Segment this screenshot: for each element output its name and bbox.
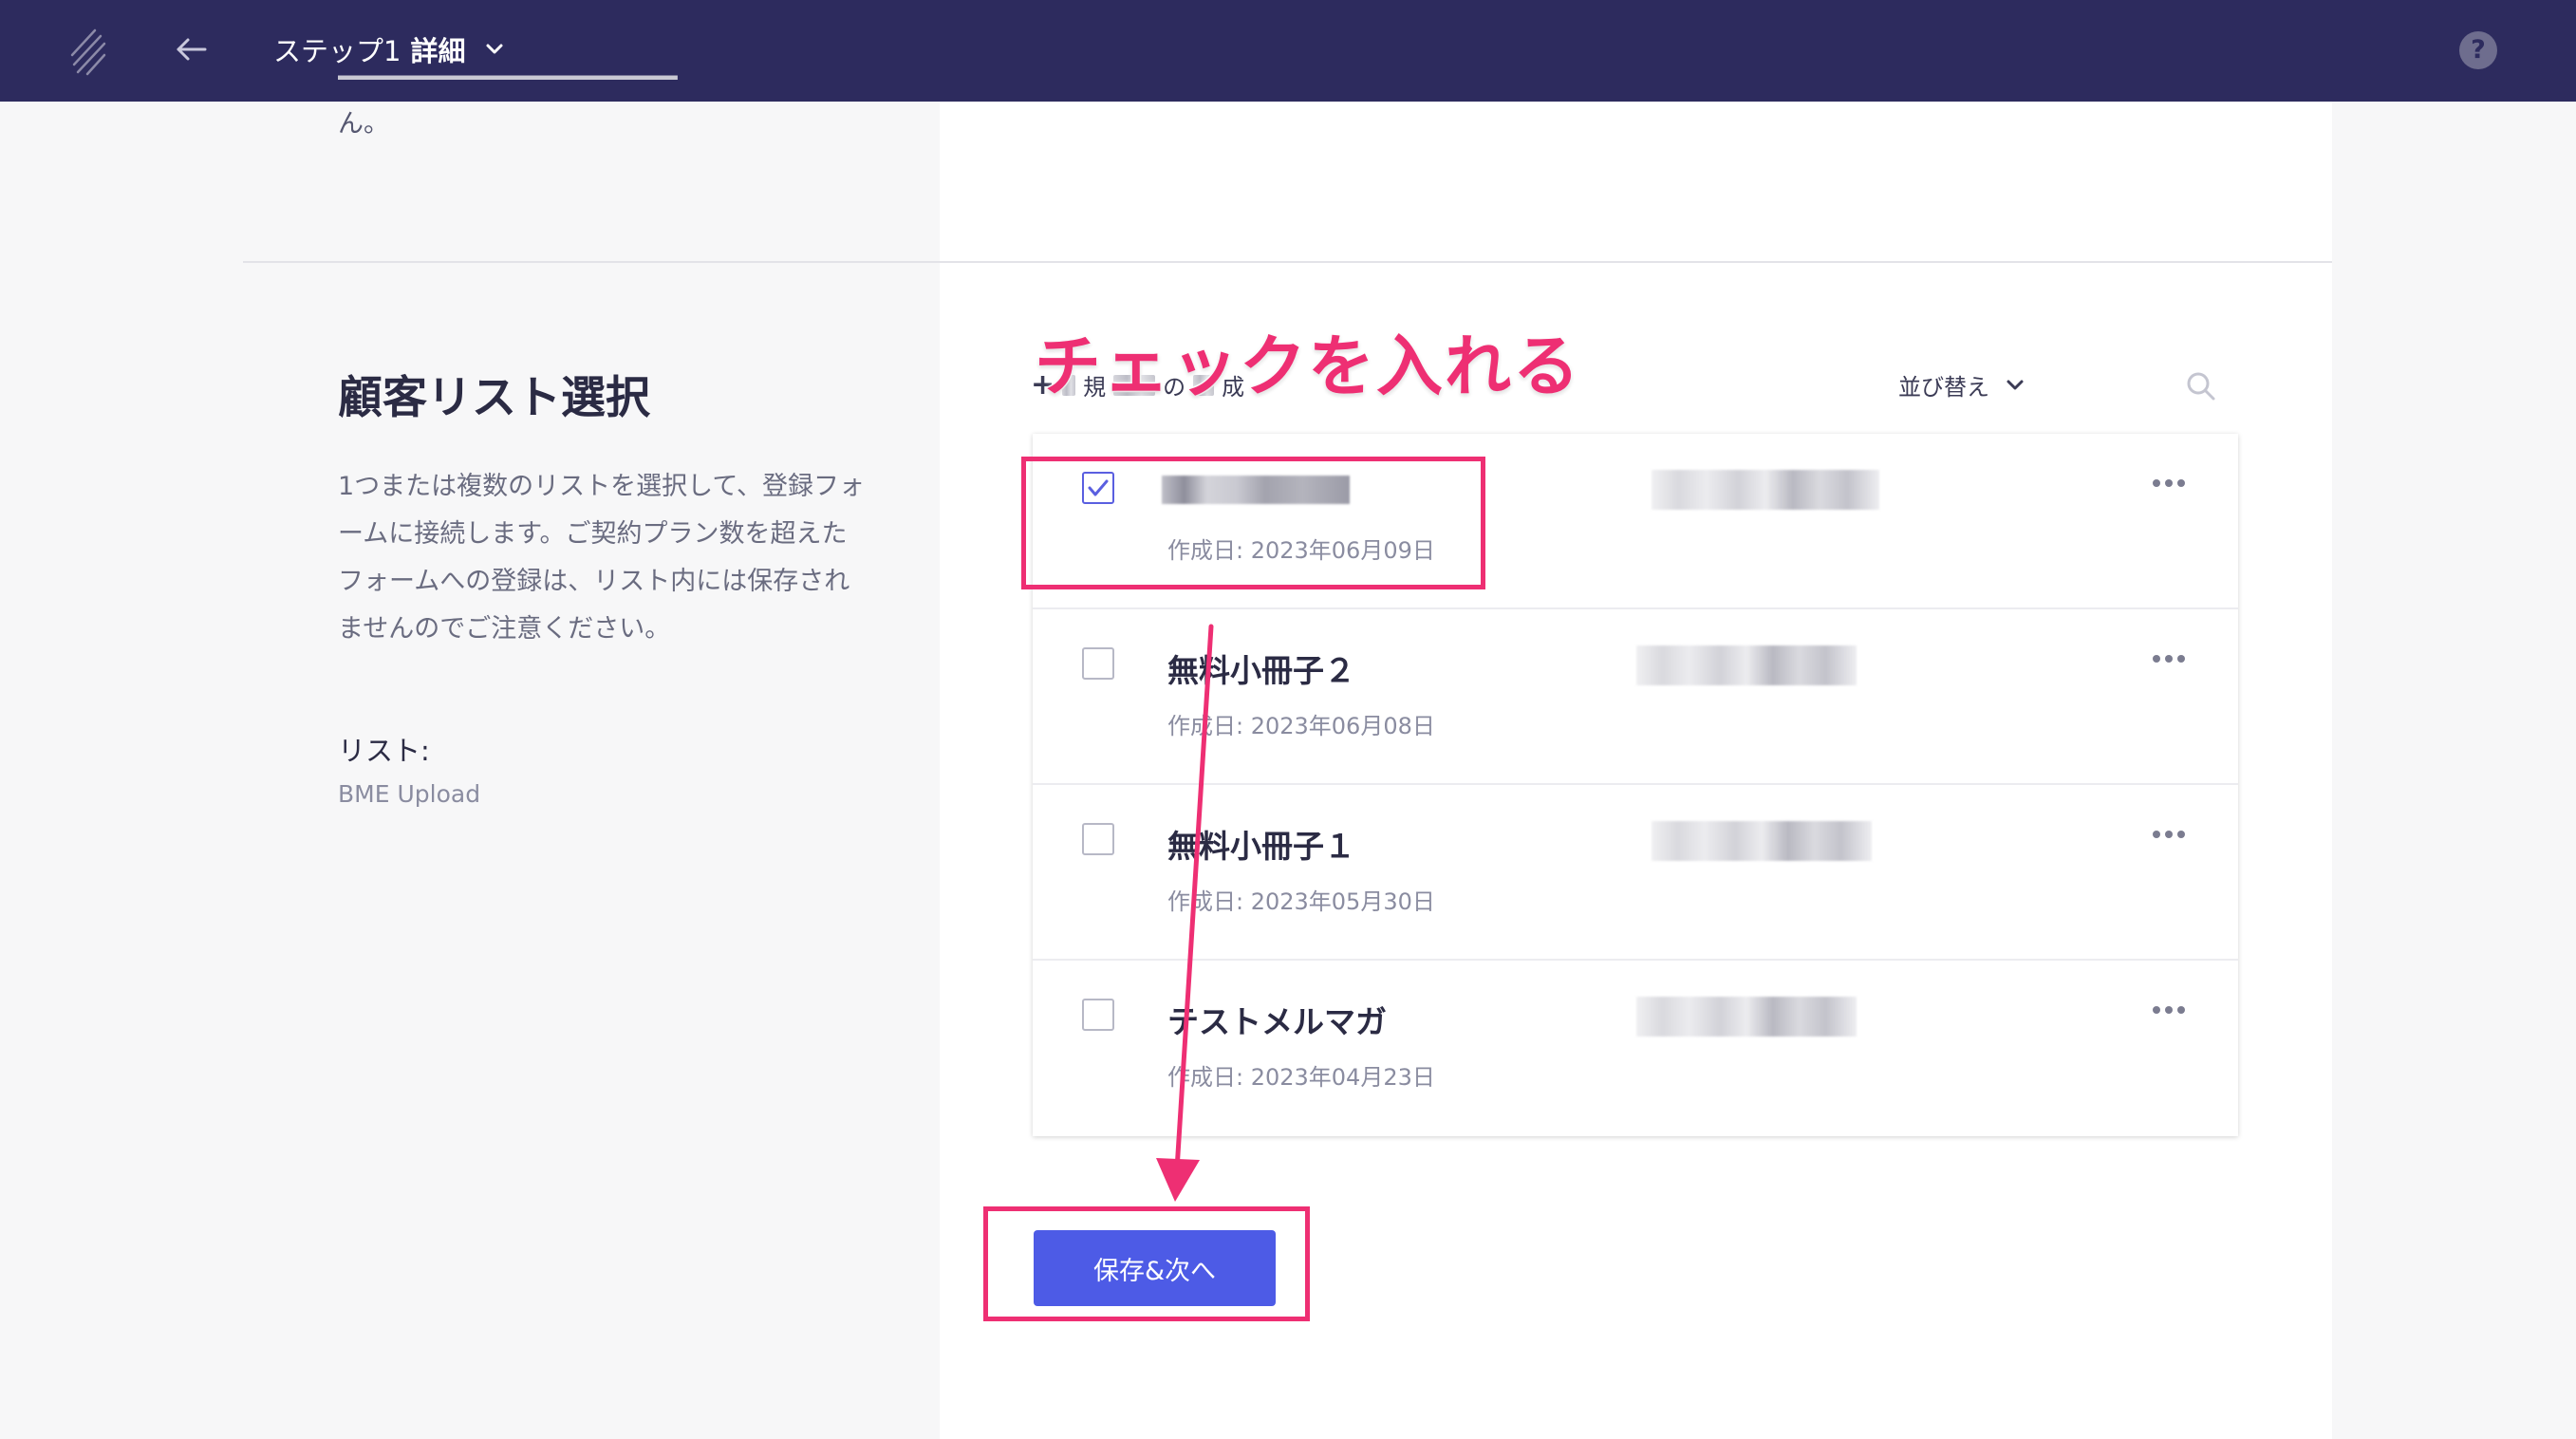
- section-description: 1つまたは複数のリストを選択して、登録フォームに接続します。ご契約プラン数を超え…: [338, 472, 866, 644]
- annotation-label: チェックを入れる: [1034, 327, 1581, 407]
- previous-section-text: ━━━━━━━━━━━━━━━━━━━━━━ ん。: [338, 74, 850, 148]
- faded-text-line: ━━━━━━━━━━━━━━━━━━━━━━: [338, 74, 678, 93]
- more-options-icon[interactable]: [2153, 655, 2185, 663]
- blurred-list-info: [1652, 470, 1879, 510]
- chevron-down-icon: [486, 44, 503, 54]
- list-label: リスト:: [338, 735, 430, 767]
- section-title: 顧客リスト選択: [338, 372, 650, 424]
- sort-label: 並び替え: [1898, 374, 1989, 401]
- more-options-icon[interactable]: [2153, 831, 2185, 838]
- step-label: ステップ1: [273, 35, 401, 67]
- search-icon[interactable]: [2185, 370, 2217, 402]
- list-created-date: 作成日: 2023年06月08日: [1167, 713, 1435, 739]
- list-row[interactable]: 無料小冊子１ 作成日: 2023年05月30日: [1033, 785, 2238, 961]
- list-checkbox[interactable]: [1082, 647, 1114, 680]
- list-name: 無料小冊子１: [1167, 828, 1355, 865]
- chevron-down-icon: [2007, 380, 2024, 389]
- blurred-list-info: [1636, 645, 1857, 685]
- list-row[interactable]: 無料小冊子２ 作成日: 2023年06月08日: [1033, 609, 2238, 785]
- more-options-icon[interactable]: [2153, 1006, 2185, 1014]
- list-name: 無料小冊子２: [1167, 652, 1355, 689]
- arrow-left-icon[interactable]: [171, 28, 213, 70]
- list-created-date: 作成日: 2023年05月30日: [1167, 888, 1435, 915]
- list-checkbox[interactable]: [1082, 823, 1114, 855]
- list-row[interactable]: テストメルマガ 作成日: 2023年04月23日: [1033, 961, 2238, 1136]
- help-icon[interactable]: ?: [2459, 31, 2497, 69]
- more-options-icon[interactable]: [2153, 479, 2185, 487]
- previous-text-fragment: ん。: [338, 109, 389, 139]
- blurred-list-info: [1652, 821, 1872, 861]
- sort-dropdown[interactable]: 並び替え: [1898, 368, 2027, 402]
- annotation-highlight-checkbox: [1021, 457, 1485, 589]
- blurred-list-info: [1636, 997, 1857, 1037]
- annotation-highlight-save-button: [983, 1206, 1310, 1321]
- list-value: BME Upload: [338, 780, 481, 808]
- list-checkbox[interactable]: [1082, 999, 1114, 1031]
- step-detail: 詳細: [410, 35, 466, 67]
- section-divider: [243, 261, 2332, 263]
- list-name: テストメルマガ: [1167, 1003, 1387, 1040]
- step-selector[interactable]: ステップ1 詳細: [273, 28, 509, 70]
- list-created-date: 作成日: 2023年04月23日: [1167, 1064, 1435, 1091]
- brand-logo-icon[interactable]: [66, 27, 108, 76]
